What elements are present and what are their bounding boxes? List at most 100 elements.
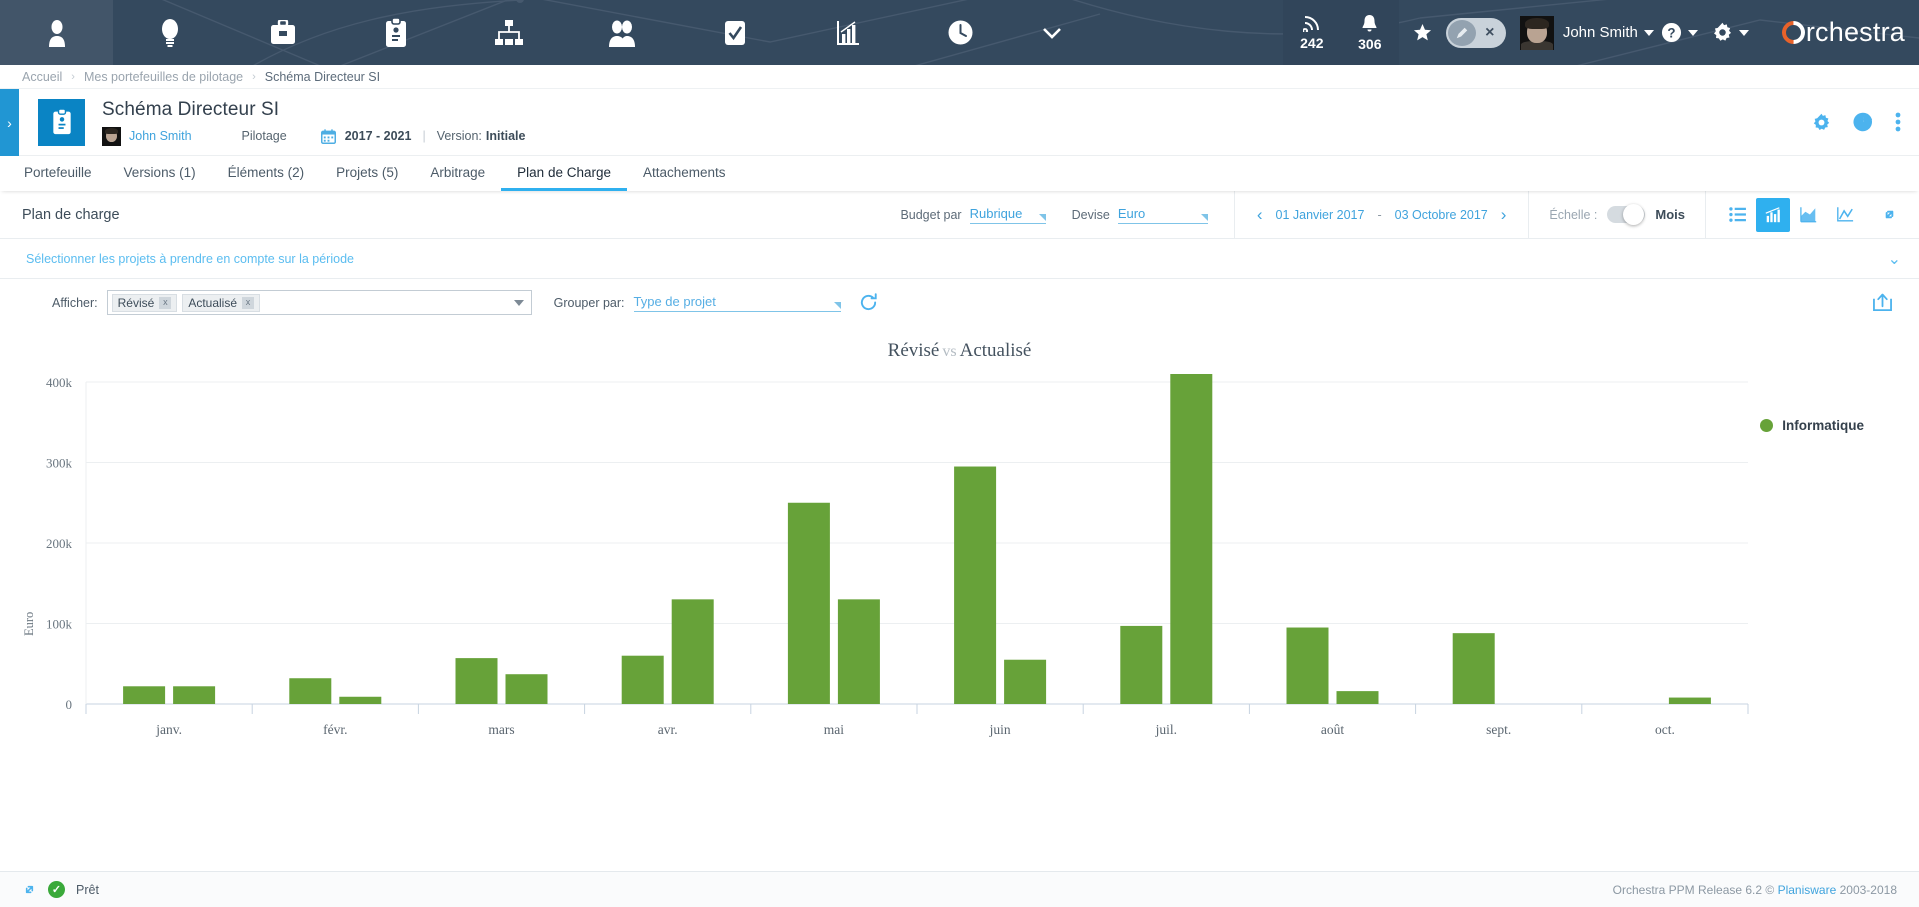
budget-par-label: Budget par bbox=[900, 208, 961, 224]
pie-chart-icon[interactable] bbox=[1853, 112, 1873, 132]
tab-arbitrage[interactable]: Arbitrage bbox=[414, 156, 501, 191]
bar[interactable] bbox=[456, 658, 498, 704]
owner-name[interactable]: John Smith bbox=[129, 129, 192, 143]
calendar-icon bbox=[321, 129, 336, 144]
y-tick-label: 100k bbox=[46, 617, 73, 632]
line-chart-view-icon[interactable] bbox=[1828, 198, 1862, 232]
chip-label: Révisé bbox=[118, 296, 155, 310]
chip-remove-icon[interactable]: x bbox=[159, 297, 171, 309]
bar[interactable] bbox=[788, 503, 830, 704]
bar[interactable] bbox=[838, 599, 880, 704]
y-tick-label: 300k bbox=[46, 456, 73, 471]
prev-period-arrow[interactable]: ‹ bbox=[1257, 205, 1263, 225]
bar[interactable] bbox=[1120, 626, 1162, 704]
devise-select[interactable]: Euro bbox=[1118, 206, 1208, 224]
bar[interactable] bbox=[1287, 628, 1329, 704]
bar[interactable] bbox=[1453, 633, 1495, 704]
settings-chevron-down-icon[interactable] bbox=[1739, 30, 1749, 36]
more-vertical-icon[interactable] bbox=[1895, 112, 1901, 132]
bar[interactable] bbox=[1669, 698, 1711, 704]
top-navigation-bar: 242 306 × John Smith ? bbox=[0, 0, 1919, 65]
bar[interactable] bbox=[506, 674, 548, 704]
tab-plan-de-charge[interactable]: Plan de Charge bbox=[501, 156, 627, 191]
nav-users-icon[interactable] bbox=[565, 0, 678, 65]
settings-menu[interactable] bbox=[1705, 22, 1756, 43]
x-tick-label: oct. bbox=[1655, 722, 1675, 737]
tab-versions[interactable]: Versions (1) bbox=[108, 156, 212, 191]
tab-attachements[interactable]: Attachements bbox=[627, 156, 742, 191]
bar[interactable] bbox=[1004, 660, 1046, 704]
user-chevron-down-icon[interactable] bbox=[1644, 30, 1654, 36]
nav-clock-icon[interactable] bbox=[904, 0, 1017, 65]
view-mode-group bbox=[1706, 198, 1862, 232]
list-view-icon[interactable] bbox=[1720, 198, 1754, 232]
alert-counter-button[interactable]: 306 bbox=[1341, 0, 1399, 65]
nav-person-icon[interactable] bbox=[0, 0, 113, 65]
area-chart-view-icon[interactable] bbox=[1792, 198, 1826, 232]
export-icon[interactable] bbox=[1872, 293, 1901, 312]
budget-par-field: Budget par Rubrique bbox=[900, 206, 1045, 224]
date-start[interactable]: 01 Janvier 2017 bbox=[1276, 208, 1365, 222]
select-projects-chevron-down-icon[interactable]: ⌄ bbox=[1888, 249, 1901, 269]
bar[interactable] bbox=[622, 656, 664, 704]
select-projects-link[interactable]: Sélectionner les projets à prendre en co… bbox=[26, 252, 354, 266]
help-menu[interactable]: ? bbox=[1654, 22, 1705, 43]
page-meta: John Smith Pilotage 2017 - 2021 | Versio… bbox=[102, 127, 525, 146]
tab-projets[interactable]: Projets (5) bbox=[320, 156, 414, 191]
date-end[interactable]: 03 Octobre 2017 bbox=[1395, 208, 1488, 222]
tab-elements[interactable]: Éléments (2) bbox=[212, 156, 321, 191]
next-period-arrow[interactable]: › bbox=[1501, 205, 1507, 225]
devise-label: Devise bbox=[1072, 208, 1110, 224]
bar[interactable] bbox=[954, 467, 996, 704]
breadcrumb-item-0[interactable]: Accueil bbox=[22, 70, 62, 84]
chip-remove-icon[interactable]: x bbox=[242, 297, 254, 309]
bar-chart-svg: 0100k200k300k400kjanv.févr.marsavr.maiju… bbox=[0, 374, 1919, 769]
breadcrumb-separator: › bbox=[252, 71, 256, 83]
nav-bar-chart-icon[interactable] bbox=[791, 0, 904, 65]
resize-icon[interactable] bbox=[22, 882, 37, 897]
scale-toggle[interactable] bbox=[1607, 206, 1645, 223]
afficher-label: Afficher: bbox=[52, 296, 98, 310]
bar[interactable] bbox=[289, 678, 331, 704]
close-icon[interactable]: × bbox=[1476, 20, 1504, 46]
x-tick-label: sept. bbox=[1486, 722, 1511, 737]
x-tick-label: mai bbox=[824, 722, 844, 737]
planisware-link[interactable]: Planisware bbox=[1778, 883, 1837, 897]
bar[interactable] bbox=[672, 599, 714, 704]
bar[interactable] bbox=[339, 697, 381, 704]
afficher-chevron-down-icon[interactable] bbox=[514, 300, 524, 306]
version-label: Version: bbox=[437, 129, 482, 143]
expand-icon[interactable] bbox=[1880, 205, 1905, 224]
status-left: ✓ Prêt bbox=[22, 881, 99, 898]
bar[interactable] bbox=[123, 686, 165, 704]
refresh-icon[interactable] bbox=[859, 293, 878, 312]
favorites-star-icon[interactable] bbox=[1399, 23, 1446, 42]
nav-clipboard-icon[interactable] bbox=[339, 0, 452, 65]
bar[interactable] bbox=[1337, 691, 1379, 704]
grouper-par-select[interactable]: Type de projet bbox=[634, 294, 841, 312]
user-menu[interactable]: John Smith bbox=[1520, 16, 1654, 50]
breadcrumb-item-1[interactable]: Mes portefeuilles de pilotage bbox=[84, 70, 243, 84]
help-chevron-down-icon[interactable] bbox=[1688, 30, 1698, 36]
orchestra-logo: rchestra bbox=[1782, 17, 1905, 48]
nav-more-chevron-down-icon[interactable] bbox=[1017, 0, 1087, 65]
afficher-multiselect[interactable]: Révisé x Actualisé x bbox=[107, 290, 532, 315]
nav-checkbox-icon[interactable] bbox=[678, 0, 791, 65]
x-tick-label: mars bbox=[488, 722, 514, 737]
nav-org-chart-icon[interactable] bbox=[452, 0, 565, 65]
tab-portefeuille[interactable]: Portefeuille bbox=[8, 156, 108, 191]
gear-icon[interactable] bbox=[1812, 113, 1831, 132]
bar-chart-view-icon[interactable] bbox=[1756, 198, 1790, 232]
nav-briefcase-icon[interactable] bbox=[226, 0, 339, 65]
date-dash: - bbox=[1377, 208, 1381, 222]
bar[interactable] bbox=[173, 686, 215, 704]
nav-lightbulb-icon[interactable] bbox=[113, 0, 226, 65]
edit-icon[interactable] bbox=[1448, 20, 1476, 46]
edit-mode-pill[interactable]: × bbox=[1446, 18, 1506, 48]
sidebar-expand-toggle[interactable]: › bbox=[0, 89, 19, 156]
feed-counter-button[interactable]: 242 bbox=[1283, 0, 1341, 65]
bar[interactable] bbox=[1170, 374, 1212, 704]
topnav-right-group: × John Smith ? rchestra bbox=[1399, 0, 1919, 65]
check-circle-icon: ✓ bbox=[48, 881, 65, 898]
budget-par-select[interactable]: Rubrique bbox=[970, 206, 1046, 224]
